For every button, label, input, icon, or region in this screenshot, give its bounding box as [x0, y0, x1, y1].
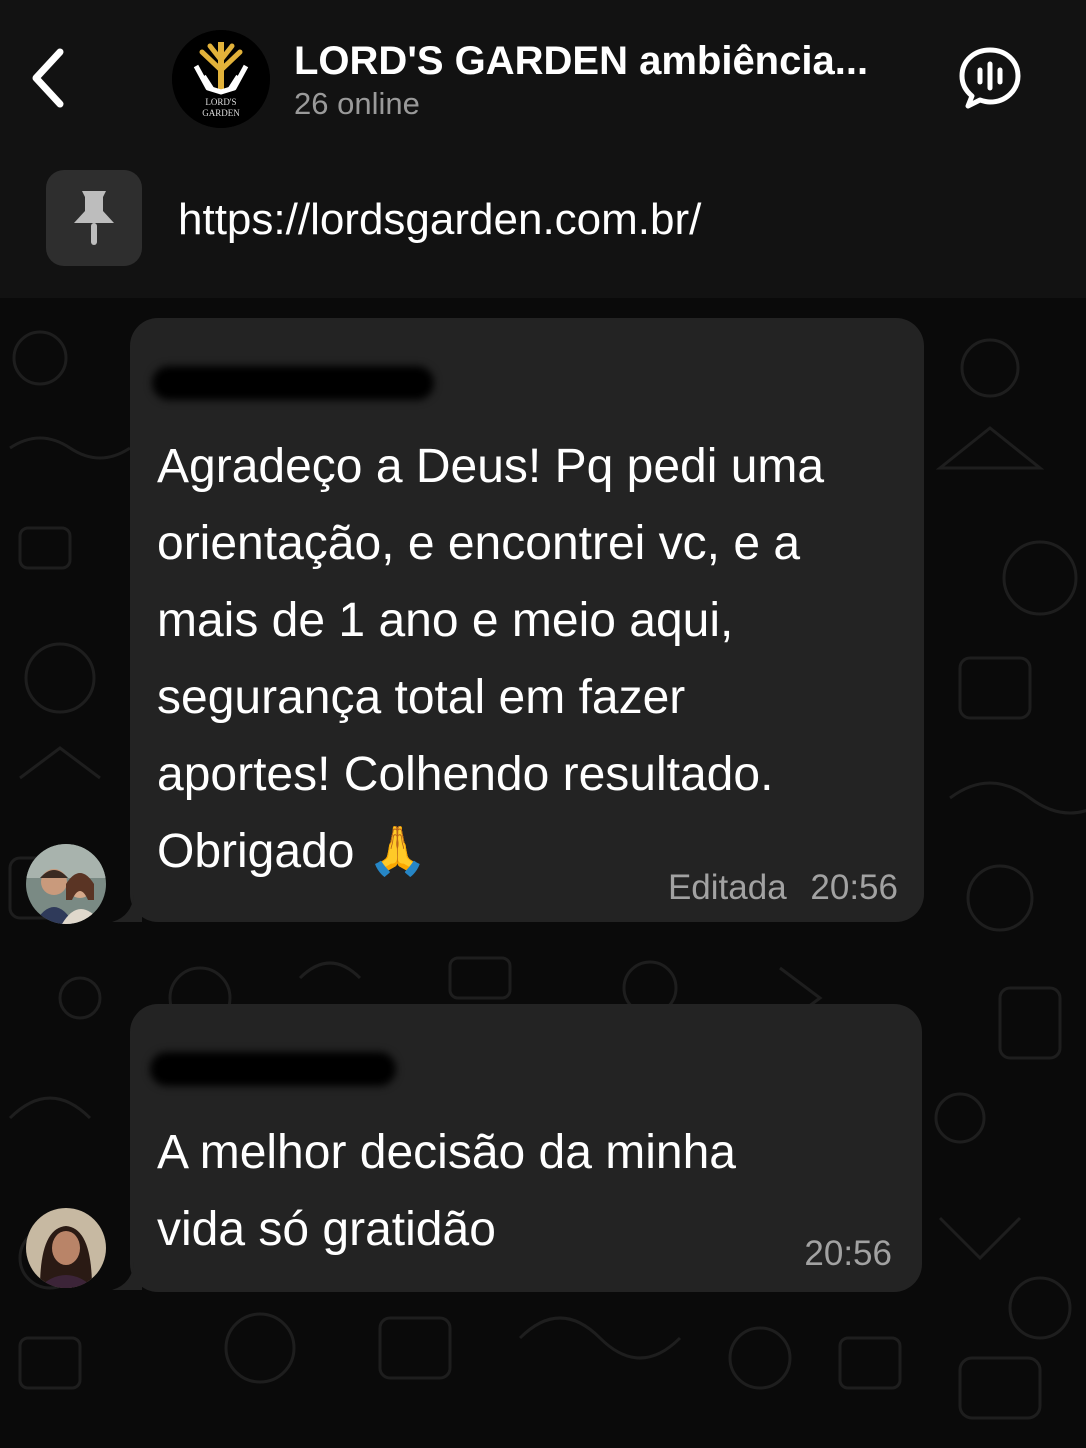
message-bubble[interactable]: A melhor decisão da minha vida só gratid… — [130, 1004, 922, 1292]
user-photo-icon — [26, 844, 106, 924]
voice-chat-icon — [959, 47, 1021, 109]
message-line: aportes! Colhendo resultado. — [157, 748, 774, 801]
back-button[interactable] — [18, 40, 78, 116]
message-text: Agradeço a Deus! Pq pedi uma orientação,… — [157, 428, 907, 890]
chat-header: LORD'S GARDEN LORD'S GARDEN ambiência...… — [0, 0, 1086, 150]
message-meta: 20:56 — [804, 1234, 892, 1274]
message-time: 20:56 — [810, 868, 898, 907]
pin-button[interactable] — [46, 170, 142, 266]
message-bubble[interactable]: Agradeço a Deus! Pq pedi uma orientação,… — [130, 318, 924, 922]
sender-name-redacted — [150, 1052, 396, 1086]
message-text: A melhor decisão da minha vida só gratid… — [157, 1114, 897, 1268]
bubble-tail — [112, 1262, 142, 1290]
pin-icon — [74, 191, 114, 245]
user-photo-icon — [26, 1208, 106, 1288]
edited-label: Editada — [667, 868, 787, 907]
online-count: 26 online — [294, 86, 420, 121]
message-line: mais de 1 ano e meio aqui, — [157, 594, 734, 647]
chat-title-area[interactable]: LORD'S GARDEN ambiência... 26 online — [294, 38, 914, 122]
bubble-tail — [112, 894, 142, 922]
chat-title: LORD'S GARDEN ambiência... — [294, 39, 869, 83]
message-line: vida só gratidão — [157, 1203, 496, 1256]
logo-text-line1: LORD'S — [205, 97, 236, 107]
message-meta: Editada 20:56 — [668, 868, 898, 908]
lords-garden-logo-icon: LORD'S GARDEN — [172, 30, 270, 128]
message-line: A melhor decisão da minha — [157, 1126, 736, 1179]
chevron-left-icon — [32, 48, 64, 108]
message-time: 20:56 — [804, 1234, 892, 1273]
logo-text-line2: GARDEN — [202, 108, 240, 118]
voice-chat-button[interactable] — [956, 44, 1024, 112]
message-line: Agradeço a Deus! Pq pedi uma — [157, 440, 825, 493]
group-avatar[interactable]: LORD'S GARDEN — [172, 30, 270, 128]
message-line: orientação, e encontrei vc, e a — [157, 517, 801, 570]
message-line: segurança total em fazer — [157, 671, 686, 724]
pinned-link[interactable]: https://lordsgarden.com.br/ — [178, 194, 701, 246]
chat-area: Agradeço a Deus! Pq pedi uma orientação,… — [0, 298, 1086, 1448]
avatar[interactable] — [26, 844, 106, 924]
sender-name-redacted — [152, 366, 434, 400]
avatar[interactable] — [26, 1208, 106, 1288]
pinned-message-bar[interactable]: https://lordsgarden.com.br/ — [0, 150, 1086, 298]
